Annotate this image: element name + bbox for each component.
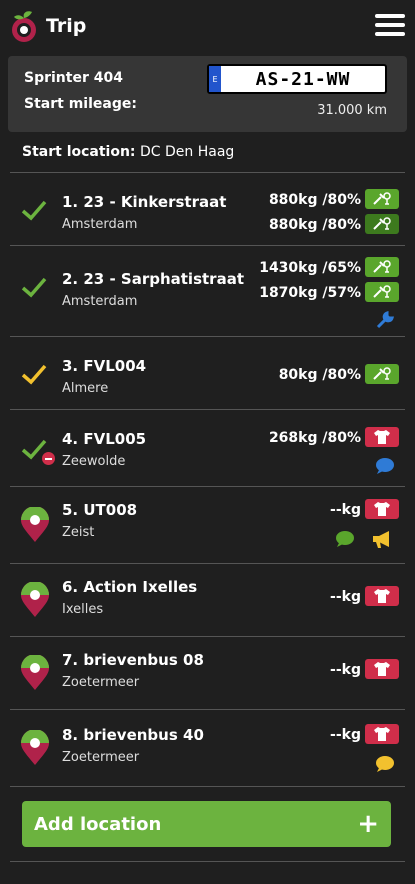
stop-city: Zoetermeer: [62, 675, 140, 690]
start-mileage-value: 31.000 km: [317, 103, 387, 118]
minus-circle-icon: [42, 452, 55, 465]
stop-name: 1. 23 - Kinkerstraat: [62, 193, 227, 211]
add-location-button[interactable]: Add location +: [22, 801, 391, 847]
app-header: Trip: [0, 0, 415, 52]
menu-bar-icon: [375, 14, 405, 18]
bottle-tag-icon[interactable]: [365, 257, 399, 277]
stop-item[interactable]: 3. FVL004 Almere 80kg /80%: [10, 337, 405, 410]
map-pin-icon: [21, 582, 49, 617]
stop-load: 1430kg /65%: [259, 260, 361, 276]
stop-name: 4. FVL005: [62, 430, 147, 448]
start-location: Start location: DC Den Haag: [0, 132, 415, 172]
stop-city: Almere: [62, 381, 109, 396]
stop-name: 3. FVL004: [62, 357, 147, 375]
eu-flag-icon: E: [209, 66, 221, 92]
stop-city: Ixelles: [62, 602, 104, 617]
wrench-icon[interactable]: [375, 310, 395, 330]
divider: [10, 861, 405, 862]
shirt-tag-icon[interactable]: [365, 659, 399, 679]
checkmark-icon: [21, 200, 47, 221]
stop-load: --kg: [330, 662, 361, 678]
bottle-tag-icon[interactable]: [365, 282, 399, 302]
start-location-value: DC Den Haag: [139, 144, 235, 160]
stop-name: 5. UT008: [62, 501, 138, 519]
megaphone-icon[interactable]: [371, 529, 393, 549]
stop-item[interactable]: 4. FVL005 Zeewolde 268kg /80%: [10, 410, 405, 487]
stop-name: 8. brievenbus 40: [62, 726, 204, 744]
stop-load: 880kg /80%: [268, 217, 361, 233]
license-plate: E AS-21-WW: [207, 64, 387, 94]
shirt-tag-icon[interactable]: [365, 427, 399, 447]
start-location-label: Start location:: [22, 144, 136, 160]
menu-button[interactable]: [375, 14, 405, 38]
checkmark-icon: [21, 277, 47, 298]
checkmark-icon: [21, 364, 47, 385]
stop-load: --kg: [330, 727, 361, 743]
stop-item[interactable]: 7. brievenbus 08 Zoetermeer --kg: [10, 637, 405, 710]
stop-load: 880kg /80%: [268, 192, 361, 208]
stop-city: Zoetermeer: [62, 750, 140, 765]
stop-item[interactable]: 1. 23 - Kinkerstraat Amsterdam 880kg /80…: [10, 173, 405, 246]
chat-bubble-icon[interactable]: [375, 755, 395, 773]
stop-item[interactable]: 6. Action Ixelles Ixelles --kg: [10, 564, 405, 637]
menu-bar-icon: [375, 23, 405, 27]
stop-city: Zeist: [62, 525, 95, 540]
stop-city: Amsterdam: [62, 217, 138, 232]
shirt-tag-icon[interactable]: [365, 724, 399, 744]
shirt-tag-icon[interactable]: [365, 499, 399, 519]
bottle-tag-icon[interactable]: [365, 214, 399, 234]
stop-item[interactable]: 8. brievenbus 40 Zoetermeer --kg: [10, 710, 405, 787]
menu-bar-icon: [375, 32, 405, 36]
page-title: Trip: [46, 15, 87, 37]
stop-load: 80kg /80%: [278, 367, 361, 383]
shirt-tag-icon[interactable]: [365, 586, 399, 606]
stop-load: 268kg /80%: [268, 430, 361, 446]
stop-name: 2. 23 - Sarphatistraat: [62, 270, 244, 288]
stop-load: --kg: [330, 589, 361, 605]
map-pin-icon: [21, 507, 49, 542]
app-logo-icon: [8, 8, 44, 44]
map-pin-icon: [21, 730, 49, 765]
bottle-tag-icon[interactable]: [365, 364, 399, 384]
stop-load: 1870kg /57%: [259, 285, 361, 301]
plate-number: AS-21-WW: [255, 68, 351, 90]
plus-icon: +: [357, 809, 379, 839]
stop-load: --kg: [330, 502, 361, 518]
stop-item[interactable]: 2. 23 - Sarphatistraat Amsterdam 1430kg …: [10, 246, 405, 337]
chat-bubble-icon[interactable]: [335, 530, 355, 548]
map-pin-icon: [21, 655, 49, 690]
stop-city: Zeewolde: [62, 454, 126, 469]
stop-name: 7. brievenbus 08: [62, 651, 204, 669]
add-location-label: Add location: [34, 813, 162, 835]
vehicle-card: Sprinter 404 Start mileage: E AS-21-WW 3…: [8, 56, 407, 132]
chat-bubble-icon[interactable]: [375, 457, 395, 475]
bottle-tag-icon[interactable]: [365, 189, 399, 209]
stop-city: Amsterdam: [62, 294, 138, 309]
stop-item[interactable]: 5. UT008 Zeist --kg: [10, 487, 405, 564]
stop-name: 6. Action Ixelles: [62, 578, 198, 596]
